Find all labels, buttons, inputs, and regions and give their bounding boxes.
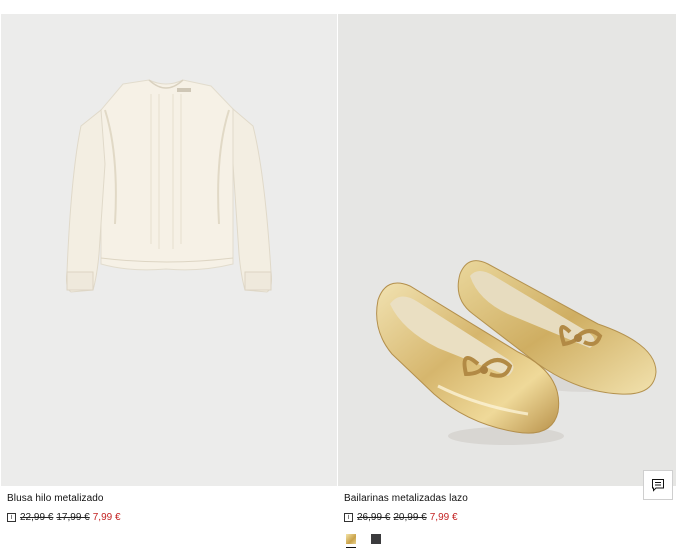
price-original: 26,99 € (357, 511, 391, 523)
product-image-blouse[interactable] (1, 14, 337, 486)
price-original: 22,99 € (20, 511, 54, 523)
product-card-ballerinas[interactable]: Bailarinas metalizadas lazo i 26,99 € 20… (338, 14, 676, 558)
product-card-blouse[interactable]: Blusa hilo metalizado i 22,99 € 17,99 € … (1, 14, 337, 558)
color-swatches (346, 534, 381, 548)
color-swatch-gold[interactable] (346, 534, 356, 548)
product-name[interactable]: Blusa hilo metalizado (7, 493, 104, 504)
blouse-illustration (66, 79, 272, 293)
price-sale: 7,99 € (429, 511, 458, 523)
ballerina-shoes-illustration (376, 260, 657, 445)
price-previous: 20,99 € (393, 511, 427, 523)
price-sale: 7,99 € (92, 511, 121, 523)
chat-icon (652, 479, 664, 492)
info-icon[interactable]: i (344, 512, 353, 522)
info-icon[interactable]: i (7, 512, 16, 522)
product-prices: i 22,99 € 17,99 € 7,99 € (7, 511, 121, 523)
chat-button[interactable] (643, 470, 673, 500)
product-prices: i 26,99 € 20,99 € 7,99 € (344, 511, 458, 523)
product-grid: Blusa hilo metalizado i 22,99 € 17,99 € … (1, 14, 676, 558)
product-name[interactable]: Bailarinas metalizadas lazo (344, 493, 468, 504)
color-swatch-dark[interactable] (371, 534, 381, 544)
product-image-ballerinas[interactable] (338, 14, 676, 486)
price-previous: 17,99 € (56, 511, 90, 523)
